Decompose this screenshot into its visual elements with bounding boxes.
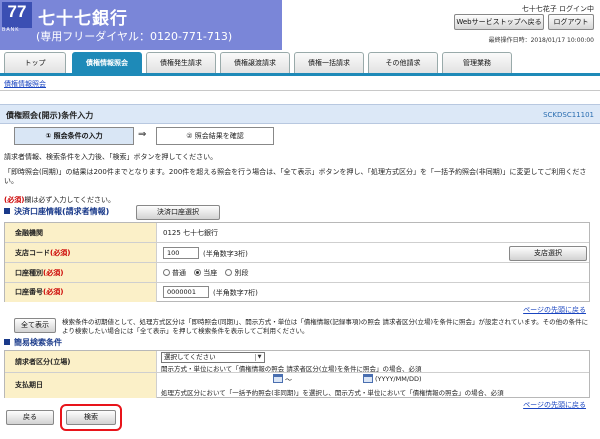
- main-nav: トップ 債権情報照会 債権発生請求 債権譲渡請求 債権一括請求 その他請求 管理…: [0, 52, 600, 74]
- row-branch-code: 支店コード(必須) 100 (半角数字3桁) 支店選択: [5, 243, 589, 263]
- payment-date-format: (YYYY/MM/DD): [375, 375, 422, 383]
- tab-claim-issue[interactable]: 債権発生請求: [146, 52, 216, 74]
- tab-top[interactable]: トップ: [4, 52, 66, 74]
- tab-admin[interactable]: 管理業務: [442, 52, 512, 74]
- tab-other-requests[interactable]: その他請求: [368, 52, 438, 74]
- row-payment-date: 支払期日 ～ (YYYY/MM/DD) 処理方式区分において「一括予約照会(非同…: [5, 373, 589, 398]
- screen-id: SCKDSC11101: [543, 111, 594, 119]
- settlement-section-label: 決済口座情報(請求者情報): [14, 207, 110, 216]
- financial-institution-value: 0125 七十七銀行: [163, 229, 219, 237]
- calendar-to-icon[interactable]: [363, 374, 373, 383]
- account-number-cell: 0000001 (半角数字7桁): [157, 283, 589, 302]
- account-number-hint: (半角数字7桁): [213, 289, 258, 297]
- sub-nav-claim-inquiry[interactable]: 債権情報照会: [4, 79, 46, 89]
- account-type-label: 口座種別: [15, 269, 43, 277]
- requester-type-select[interactable]: 選択してください ▼: [161, 352, 265, 363]
- page-title: 債権照会(開示)条件入力: [6, 111, 94, 120]
- search-button[interactable]: 検索: [66, 410, 116, 425]
- settlement-table: 金融機関 0125 七十七銀行 支店コード(必須) 100 (半角数字3桁) 支…: [4, 222, 590, 302]
- row-account-number: 口座番号(必須) 0000001 (半角数字7桁): [5, 283, 589, 302]
- settlement-section-title: 決済口座情報(請求者情報): [4, 206, 109, 217]
- tab-claim-batch[interactable]: 債権一括請求: [294, 52, 364, 74]
- account-number-label: 口座番号: [15, 288, 43, 296]
- nav-underline: [0, 73, 600, 76]
- page-top-link-1[interactable]: ページの先頭に戻る: [523, 305, 586, 315]
- payment-date-label: 支払期日: [5, 373, 157, 398]
- step-next: ② 照会結果を確認: [156, 127, 274, 145]
- chevron-down-icon[interactable]: ▼: [255, 354, 263, 361]
- tab-claim-inquiry[interactable]: 債権情報照会: [72, 52, 142, 74]
- row-account-type: 口座種別(必須) 普通 当座 別段: [5, 263, 589, 283]
- branch-select-button[interactable]: 支店選択: [509, 246, 587, 261]
- branch-code-hint: (半角数字3桁): [203, 250, 248, 258]
- payment-date-note: 処理方式区分において「一括予約照会(非同期)」を選択し、開示方式・単位において「…: [161, 389, 504, 397]
- sub-nav-divider: [0, 90, 600, 91]
- step-arrow: ⇒: [138, 129, 147, 140]
- financial-institution-label: 金融機関: [5, 223, 157, 242]
- branch-code-label: 支店コード: [15, 249, 50, 257]
- required-note: (必須)欄は必ず入力してください。: [4, 195, 115, 205]
- bank-name: 七十七銀行: [38, 9, 128, 29]
- row-financial-institution: 金融機関 0125 七十七銀行: [5, 223, 589, 243]
- requester-type-note: 開示方式・単位において「債権情報の照会 請求者区分(立場)を条件に照会」の場合、…: [161, 365, 422, 373]
- payment-date-cell: ～ (YYYY/MM/DD) 処理方式区分において「一括予約照会(非同期)」を選…: [157, 373, 589, 398]
- last-operation-time: 最終操作日時：2018/01/17 10:00:00: [488, 37, 594, 44]
- account-type-cell: 普通 当座 別段: [157, 263, 589, 282]
- account-number-input[interactable]: 0000001: [163, 286, 209, 298]
- simple-search-section-title: 簡易検索条件: [4, 337, 62, 348]
- branch-code-required: (必須): [50, 249, 71, 257]
- web-services-top-button[interactable]: Webサービストップへ戻る: [454, 14, 544, 30]
- step-current: ① 照会条件の入力: [14, 127, 134, 145]
- account-number-required: (必須): [43, 288, 64, 296]
- brand-banner: 77 BANK 七十七銀行 (専用フリーダイヤル：0120-771-713): [0, 0, 282, 50]
- radio-current-icon[interactable]: [194, 269, 202, 276]
- logout-button[interactable]: ログアウト: [548, 14, 594, 30]
- page-title-bar: 債権照会(開示)条件入力 SCKDSC11101: [0, 104, 600, 124]
- simple-search-section-label: 簡易検索条件: [14, 338, 62, 347]
- calendar-from-icon[interactable]: [273, 374, 283, 383]
- required-note-text: 欄は必ず入力してください。: [24, 196, 115, 204]
- bank-phone: (専用フリーダイヤル：0120-771-713): [36, 30, 233, 43]
- requester-type-cell: 選択してください ▼ 開示方式・単位において「債権情報の照会 請求者区分(立場)…: [157, 351, 589, 373]
- page-top-link-2[interactable]: ページの先頭に戻る: [523, 400, 586, 410]
- back-button[interactable]: 戻る: [6, 410, 54, 425]
- row-requester-type: 請求者区分(立場) 選択してください ▼ 開示方式・単位において「債権情報の照会…: [5, 351, 589, 373]
- tab-claim-transfer[interactable]: 債権譲渡請求: [220, 52, 290, 74]
- account-type-option-special[interactable]: 別段: [225, 269, 248, 277]
- branch-code-label-cell: 支店コード(必須): [5, 243, 157, 262]
- payment-date-separator: ～: [285, 376, 292, 384]
- branch-code-cell: 100 (半角数字3桁) 支店選択: [157, 243, 589, 262]
- settlement-account-select-button[interactable]: 決済口座選択: [136, 205, 220, 220]
- branch-code-input[interactable]: 100: [163, 247, 199, 259]
- requester-type-label: 請求者区分(立場): [5, 351, 157, 372]
- user-login-status: 七十七花子 ログイン中: [521, 5, 594, 13]
- account-type-label-cell: 口座種別(必須): [5, 263, 157, 282]
- warning-text: 「即時照会(同期)」の結果は200件までとなります。200件を超える照会を行う場…: [4, 168, 587, 185]
- simple-search-table: 請求者区分(立場) 選択してください ▼ 開示方式・単位において「債権情報の照会…: [4, 350, 590, 398]
- section-bullet-icon: [4, 208, 10, 214]
- account-number-label-cell: 口座番号(必須): [5, 283, 157, 302]
- bank-logo: 77: [2, 2, 32, 28]
- show-all-note: 検索条件の初期値として、処理方式区分は「即時照会(同期)」、開示方式・単位は「債…: [62, 318, 589, 335]
- required-note-tag: (必須): [4, 196, 25, 204]
- radio-ordinary-icon[interactable]: [163, 269, 170, 276]
- account-type-required: (必須): [43, 269, 64, 277]
- account-type-option-current[interactable]: 当座: [194, 269, 217, 277]
- instruction-text: 請求者情報、検索条件を入力後、「検索」ボタンを押してください。: [4, 153, 218, 161]
- show-all-button[interactable]: 全て表示: [14, 318, 56, 333]
- radio-special-icon[interactable]: [225, 269, 233, 276]
- requester-type-select-value: 選択してください: [164, 353, 216, 361]
- header: 77 BANK 七十七銀行 (専用フリーダイヤル：0120-771-713) 七…: [0, 0, 600, 50]
- section-bullet-icon: [4, 339, 10, 345]
- account-type-option-ordinary[interactable]: 普通: [163, 269, 186, 277]
- bank-logo-sub: BANK: [2, 27, 20, 33]
